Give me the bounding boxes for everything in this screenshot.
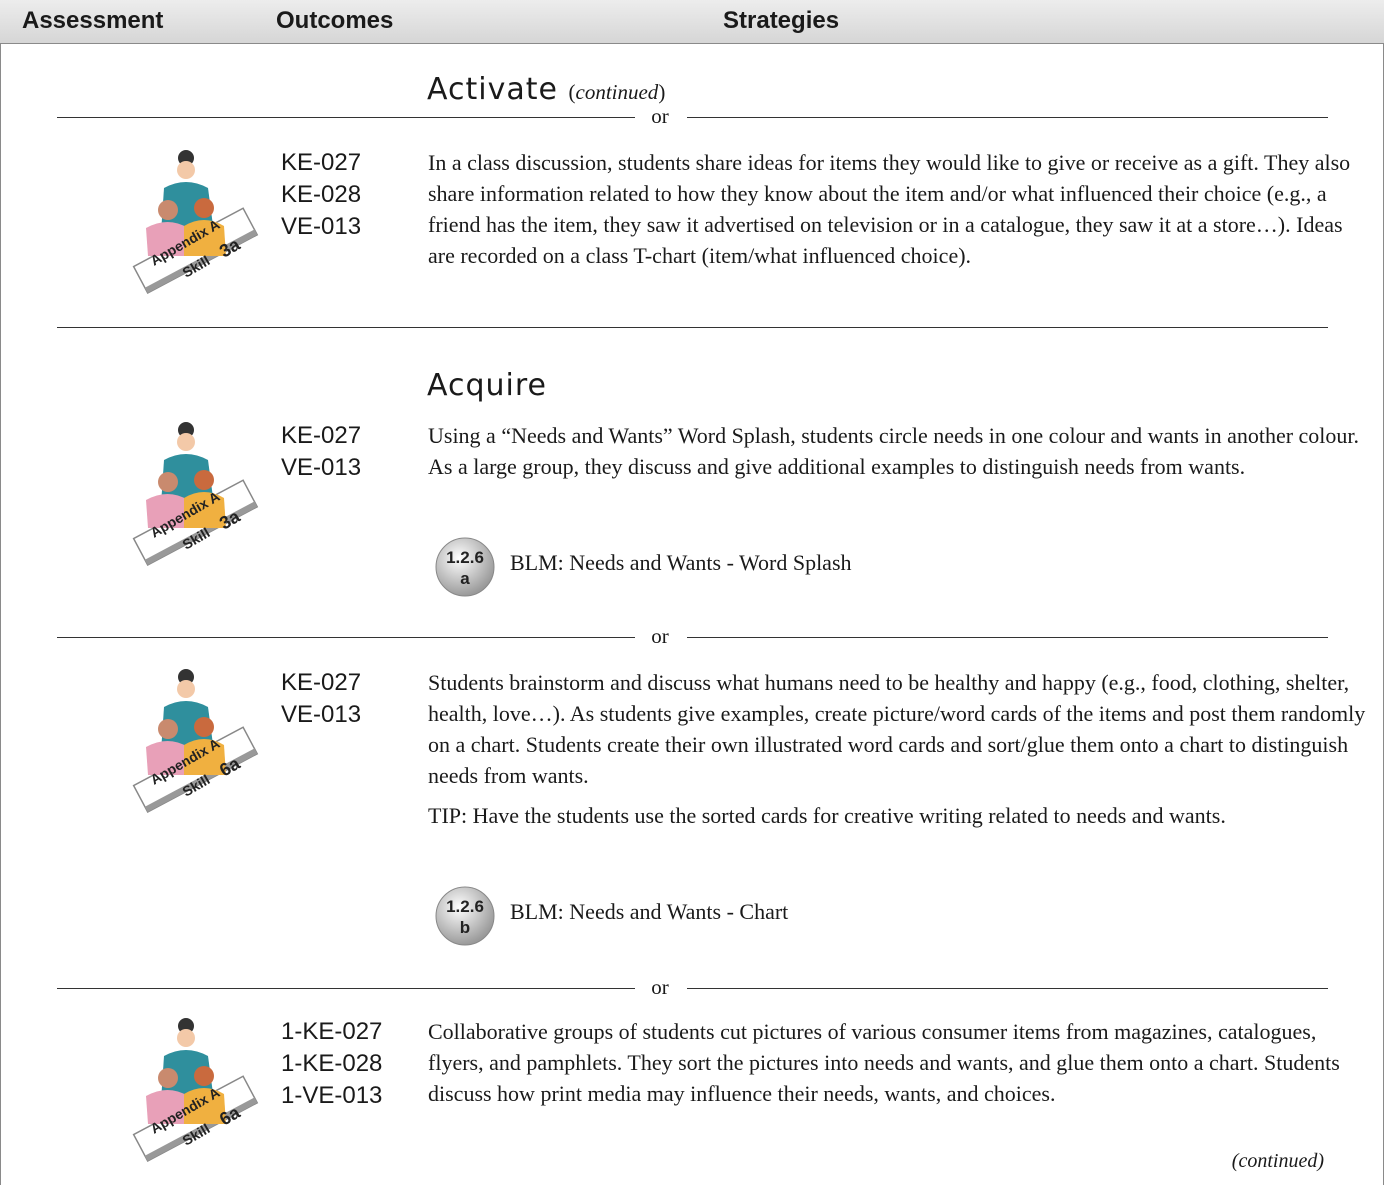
- strategy-text: In a class discussion, students share id…: [428, 150, 1351, 268]
- column-header-bar: Assessment Outcomes Strategies: [0, 0, 1384, 44]
- divider-line: [57, 117, 635, 118]
- activate-continued-note: continued: [575, 80, 659, 104]
- blm-code-bottom: a: [460, 569, 470, 588]
- continued-note: (continued): [1231, 1150, 1324, 1172]
- globe-icon: 1.2.6 a: [435, 537, 495, 597]
- divider-line: [687, 637, 1328, 638]
- outcomes-list: KE-027 VE-013: [281, 420, 361, 484]
- tip-text: TIP: Have the students use the sorted ca…: [428, 803, 1226, 828]
- continued-note-text: continued: [1238, 1150, 1318, 1172]
- teacher-students-icon: Appendix A Skill 6a: [124, 1016, 264, 1166]
- teacher-students-icon-graphic: Appendix A Skill 6a: [132, 669, 259, 814]
- outcome-code: VE-013: [281, 701, 362, 728]
- blm-code-top: 1.2.6: [446, 897, 484, 916]
- outcome-code: VE-013: [281, 454, 362, 481]
- or-separator: or: [651, 104, 669, 128]
- outcome-code: KE-027: [281, 669, 362, 696]
- strategy-text: Using a “Needs and Wants” Word Splash, s…: [428, 423, 1360, 479]
- outcome-code: VE-013: [281, 213, 362, 240]
- or-separator: or: [651, 624, 669, 648]
- divider-line: [57, 988, 635, 989]
- outcomes-list: KE-027 VE-013: [281, 667, 361, 731]
- teacher-students-icon: Appendix A Skill 3a: [124, 148, 264, 298]
- teacher-students-icon: Appendix A Skill 6a: [124, 667, 264, 817]
- outcomes-list: 1-KE-027 1-KE-028 1-VE-013: [281, 1016, 382, 1112]
- strategy-text: Students brainstorm and discuss what hum…: [428, 670, 1366, 788]
- outcome-code: 1-KE-027: [281, 1018, 383, 1045]
- acquire-heading: Acquire: [427, 368, 548, 403]
- outcome-code: KE-027: [281, 149, 362, 176]
- divider-line: [687, 988, 1328, 989]
- activate-heading-text: Activate: [427, 72, 558, 107]
- globe-icon: 1.2.6 b: [435, 886, 495, 946]
- assessment-header: Assessment: [22, 7, 164, 34]
- teacher-students-icon-graphic: Appendix A Skill 6a: [132, 1018, 259, 1163]
- outcomes-list: KE-027 KE-028 VE-013: [281, 147, 361, 243]
- outcome-code: 1-KE-028: [281, 1050, 383, 1077]
- or-separator: or: [651, 975, 669, 999]
- teacher-students-icon: Appendix A Skill 3a: [124, 420, 264, 570]
- strategy-text: Collaborative groups of students cut pic…: [428, 1019, 1340, 1106]
- divider-line: [57, 637, 635, 638]
- outcome-code: KE-027: [281, 422, 362, 449]
- outcomes-header: Outcomes: [276, 7, 394, 34]
- teacher-students-icon-graphic: Appendix A Skill 3a: [132, 422, 259, 567]
- activate-heading: Activate (continued): [427, 72, 666, 107]
- teacher-students-icon-graphic: Appendix A Skill 3a: [132, 150, 259, 295]
- blm-label: BLM: Needs and Wants - Chart: [510, 899, 789, 924]
- frame-left-border: [0, 44, 1, 1185]
- blm-code-top: 1.2.6: [446, 548, 484, 567]
- outcome-code: KE-028: [281, 181, 362, 208]
- divider-line: [687, 117, 1328, 118]
- blm-label: BLM: Needs and Wants - Word Splash: [510, 550, 852, 575]
- section-divider: [57, 327, 1328, 328]
- outcome-code: 1-VE-013: [281, 1082, 383, 1109]
- strategies-header: Strategies: [723, 7, 840, 34]
- blm-code-bottom: b: [460, 918, 470, 937]
